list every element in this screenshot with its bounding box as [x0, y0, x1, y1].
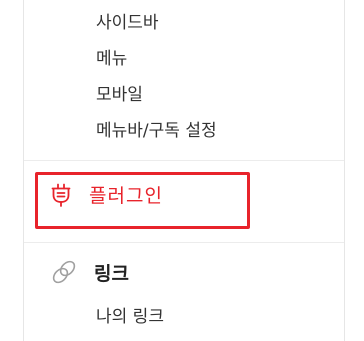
plug-icon — [51, 183, 71, 207]
link-label: 링크 — [94, 262, 129, 285]
menu-item-mobile[interactable]: 모바일 — [96, 80, 143, 105]
menu-item-my-links[interactable]: 나의 링크 — [96, 302, 164, 327]
left-border — [23, 0, 24, 341]
plugin-label: 플러그인 — [89, 185, 163, 207]
right-border — [344, 0, 345, 341]
menu-item-menubar-subscribe[interactable]: 메뉴바/구독 설정 — [96, 116, 217, 141]
link-icon — [52, 260, 76, 284]
menu-item-menu[interactable]: 메뉴 — [96, 44, 127, 69]
menu-section-plugin[interactable]: 플러그인 — [48, 181, 163, 208]
settings-sidebar-menu: 사이드바 메뉴 모바일 메뉴바/구독 설정 플러그인 링크 나의 링크 — [0, 0, 364, 341]
menu-section-link[interactable]: 링크 — [50, 258, 129, 286]
menu-item-sidebar[interactable]: 사이드바 — [96, 8, 159, 33]
section-divider — [24, 160, 344, 161]
section-divider — [24, 242, 344, 243]
